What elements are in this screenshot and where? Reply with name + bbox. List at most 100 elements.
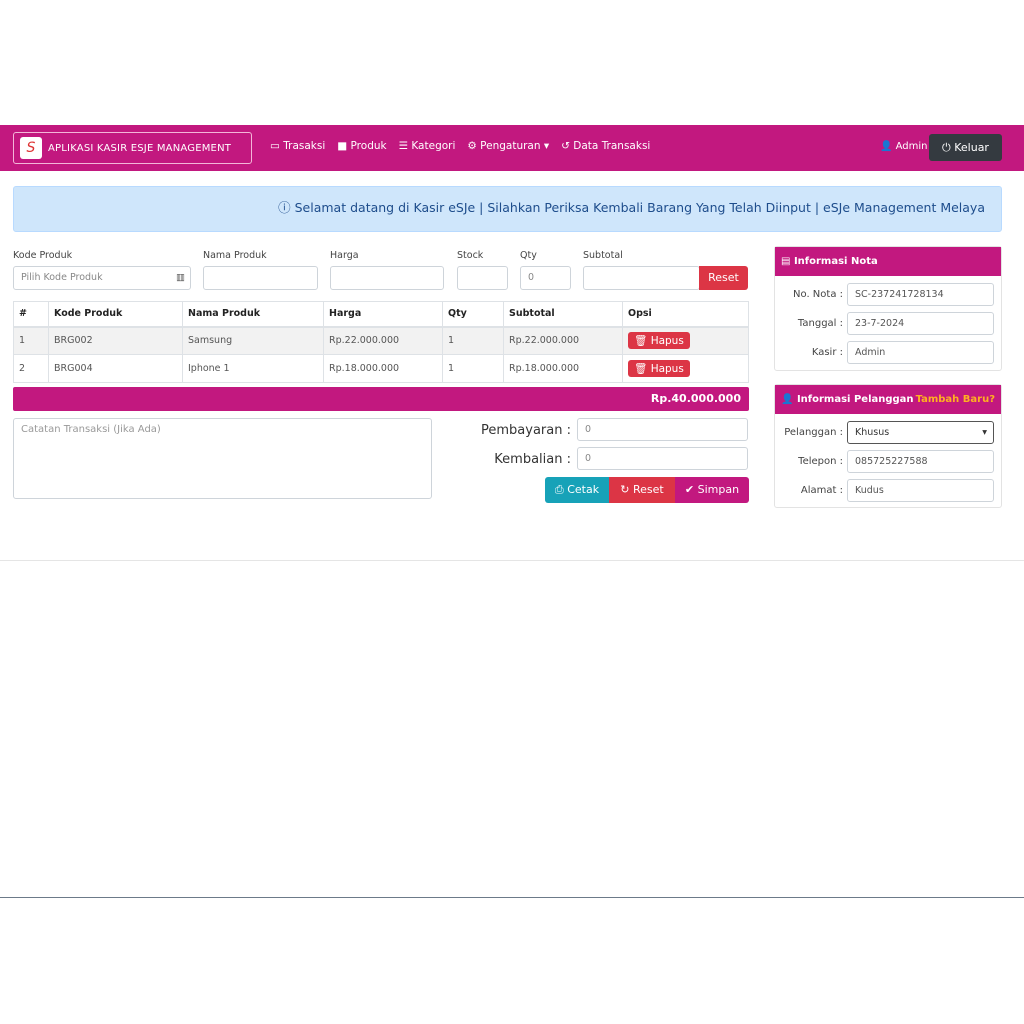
brand-title: APLIKASI KASIR ESJE MANAGEMENT <box>48 142 232 154</box>
col-opsi[interactable]: Opsi <box>622 301 749 328</box>
field-label: Telepon : <box>798 456 843 467</box>
reset-label: Reset <box>632 483 664 496</box>
header-label: # <box>19 308 27 320</box>
cell: 🗑 Hapus <box>622 354 749 383</box>
catatan-textarea[interactable]: Catatan Transaksi (Jika Ada) <box>13 418 432 499</box>
nota-header: ▤ Informasi Nota <box>775 247 1001 276</box>
header-label: Qty <box>448 308 467 320</box>
cell: 1 <box>442 326 504 355</box>
alamat-field[interactable]: Kudus <box>847 479 994 502</box>
nav-label: Produk <box>350 140 387 152</box>
col-no[interactable]: # <box>13 301 49 328</box>
telepon-field[interactable]: 085725227588 <box>847 450 994 473</box>
header-label: Kode Produk <box>54 308 123 320</box>
nav-produk[interactable]: ■ Produk <box>337 140 386 152</box>
user-menu[interactable]: 👤 Admin <box>880 141 928 152</box>
simpan-button[interactable]: ✔ Simpan <box>675 477 749 503</box>
barcode-icon[interactable]: ▥ <box>176 267 185 289</box>
logout-button[interactable]: ⏻ Keluar <box>929 134 1002 161</box>
label-stock: Stock <box>457 250 484 261</box>
field-label: No. Nota : <box>793 289 843 300</box>
pembayaran-input[interactable]: 0 <box>577 418 748 441</box>
cell: Rp.22.000.000 <box>503 326 623 355</box>
hapus-label: Hapus <box>650 363 684 375</box>
logout-label: Keluar <box>954 141 989 154</box>
field-label: Alamat : <box>800 485 843 496</box>
hapus-button[interactable]: 🗑 Hapus <box>628 332 690 350</box>
grand-total: Rp.40.000.000 <box>13 387 749 411</box>
no-nota-field[interactable]: SC-237241728134 <box>847 283 994 306</box>
qty-input[interactable]: 0 <box>520 266 571 290</box>
nota-card: ▤ Informasi Nota No. Nota : SC-2372417281… <box>774 246 1002 371</box>
cell: 🗑 Hapus <box>622 326 749 355</box>
simpan-label: Simpan <box>697 483 740 496</box>
cart-table: # Kode Produk Nama Produk Harga Qty Subt… <box>13 301 749 383</box>
col-qty[interactable]: Qty <box>442 301 504 328</box>
nav-pengaturan[interactable]: ⚙ Pengaturan ▾ <box>467 140 549 152</box>
kode-placeholder: Pilih Kode Produk <box>21 272 103 283</box>
hapus-button[interactable]: 🗑 Hapus <box>628 360 690 377</box>
pembayaran-label: Pembayaran : <box>481 423 571 438</box>
cell: Rp.18.000.000 <box>323 354 443 383</box>
chevron-down-icon: ▾ <box>982 427 987 438</box>
cell: 1 <box>13 326 49 355</box>
cetak-label: Cetak <box>567 483 600 496</box>
col-nama[interactable]: Nama Produk <box>182 301 324 328</box>
cell: Rp.22.000.000 <box>323 326 443 355</box>
label-kode: Kode Produk <box>13 250 73 261</box>
cell: Samsung <box>182 326 324 355</box>
kembalian-input[interactable]: 0 <box>577 447 748 470</box>
cell: 1 <box>442 354 504 383</box>
header-label: Subtotal <box>509 308 555 320</box>
logo-icon: S <box>20 137 42 159</box>
trash-icon: 🗑 <box>634 363 648 375</box>
user-icon: 👤 <box>781 394 794 405</box>
kembalian-label: Kembalian : <box>494 452 571 467</box>
divider <box>0 897 1024 898</box>
col-subtotal[interactable]: Subtotal <box>503 301 623 328</box>
subtotal-input[interactable] <box>583 266 700 290</box>
table-row: 2 BRG004 Iphone 1 Rp.18.000.000 1 Rp.18.000.0… <box>13 354 749 383</box>
harga-input[interactable] <box>330 266 444 290</box>
kode-produk-input[interactable]: Pilih Kode Produk ▥ <box>13 266 191 290</box>
label-harga: Harga <box>330 250 359 261</box>
kasir-field[interactable]: Admin <box>847 341 994 364</box>
user-icon: 👤 <box>880 141 893 152</box>
label-subtotal: Subtotal <box>583 250 623 261</box>
pelanggan-value: Khusus <box>855 427 890 438</box>
cell: BRG002 <box>48 326 183 355</box>
cell: Iphone 1 <box>182 354 324 383</box>
field-label: Pelanggan : <box>784 427 843 438</box>
tambah-baru-link[interactable]: Tambah Baru? <box>916 385 995 414</box>
cell: Rp.18.000.000 <box>503 354 623 383</box>
kembalian-value: 0 <box>585 453 592 464</box>
cetak-button[interactable]: ⎙ Cetak <box>545 477 609 503</box>
pelanggan-card: 👤 Informasi Pelanggan Tambah Baru? Pelang… <box>774 384 1002 508</box>
hapus-label: Hapus <box>650 335 684 348</box>
reset-form-button[interactable]: Reset <box>699 266 748 290</box>
nota-title: Informasi Nota <box>793 256 878 267</box>
nama-produk-input[interactable] <box>203 266 318 290</box>
field-label: Tanggal : <box>797 318 843 329</box>
nav-kategori[interactable]: ☰ Kategori <box>399 140 456 152</box>
label-qty: Qty <box>520 250 537 261</box>
reset-button[interactable]: ↻ Reset <box>609 477 675 503</box>
pelanggan-select[interactable]: Khusus ▾ <box>847 421 994 444</box>
brand[interactable]: S APLIKASI KASIR ESJE MANAGEMENT <box>13 132 252 164</box>
cell: BRG004 <box>48 354 183 383</box>
divider <box>0 560 1024 561</box>
nav-label: Kategori <box>411 140 456 152</box>
col-harga[interactable]: Harga <box>323 301 443 328</box>
tanggal-field[interactable]: 23-7-2024 <box>847 312 994 335</box>
label-nama: Nama Produk <box>203 250 267 261</box>
cell: 2 <box>13 354 49 383</box>
pelanggan-title: Informasi Pelanggan <box>796 394 914 405</box>
nav-links: ▭ Trasaksi ■ Produk ☰ Kategori ⚙ Pengatu… <box>270 140 650 152</box>
reset-label: Reset <box>708 271 739 284</box>
trash-icon: 🗑 <box>634 335 648 348</box>
stock-input[interactable] <box>457 266 508 290</box>
field-label: Kasir : <box>811 347 843 358</box>
nav-data-transaksi[interactable]: ↺ Data Transaksi <box>561 140 650 152</box>
col-kode[interactable]: Kode Produk <box>48 301 183 328</box>
nav-transaksi[interactable]: ▭ Trasaksi <box>270 140 325 152</box>
